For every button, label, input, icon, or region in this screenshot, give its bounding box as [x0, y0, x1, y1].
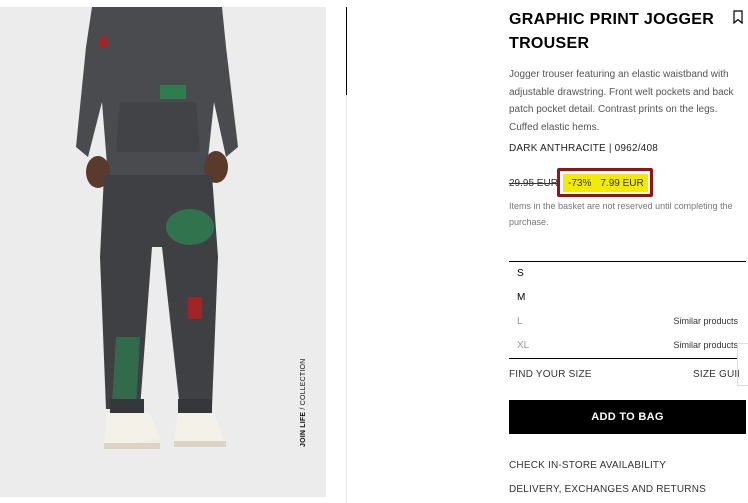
product-title: GRAPHIC PRINT JOGGER TROUSER [509, 11, 715, 52]
similar-products-link[interactable]: Similar products [673, 340, 738, 350]
size-list-divider [509, 358, 746, 359]
size-option-l[interactable]: L Similar products [509, 310, 746, 334]
bookmark-icon[interactable] [733, 10, 743, 24]
delivery-returns-link[interactable]: DELIVERY, EXCHANGES AND RETURNS [509, 484, 706, 495]
size-option-s[interactable]: S [509, 262, 746, 286]
collection-tag: JOIN LIFE / COLLECTION [300, 358, 307, 447]
size-label: XL [517, 340, 530, 351]
size-guide-link[interactable]: SIZE GUIDE [693, 369, 739, 380]
original-price: 29.95 EUR [509, 178, 558, 189]
basket-note: Items in the basket are not reserved unt… [509, 201, 733, 227]
size-label: M [517, 292, 526, 303]
size-option-m[interactable]: M [509, 286, 746, 310]
size-label: L [517, 316, 523, 327]
size-option-xl[interactable]: XL Similar products [509, 334, 746, 358]
divider [346, 95, 347, 503]
color-reference: DARK ANTHRACITE | 0962/408 [509, 143, 658, 154]
discount-percent: -73% [568, 177, 592, 189]
product-image[interactable]: JOIN LIFE / COLLECTION [0, 7, 326, 497]
sale-price: 7.99 EUR [600, 177, 644, 189]
check-store-availability-link[interactable]: CHECK IN-STORE AVAILABILITY [509, 460, 666, 471]
scroll-indicator[interactable] [346, 7, 347, 95]
similar-products-link[interactable]: Similar products [673, 316, 738, 326]
model-photo-illustration [0, 7, 326, 497]
find-your-size-link[interactable]: FIND YOUR SIZE [509, 369, 592, 380]
add-to-bag-button[interactable]: ADD TO BAG [509, 400, 746, 434]
size-label: S [517, 268, 524, 279]
product-description: Jogger trouser featuring an elastic wais… [509, 69, 734, 133]
sale-price-badge: -73% 7.99 EUR [563, 174, 648, 192]
